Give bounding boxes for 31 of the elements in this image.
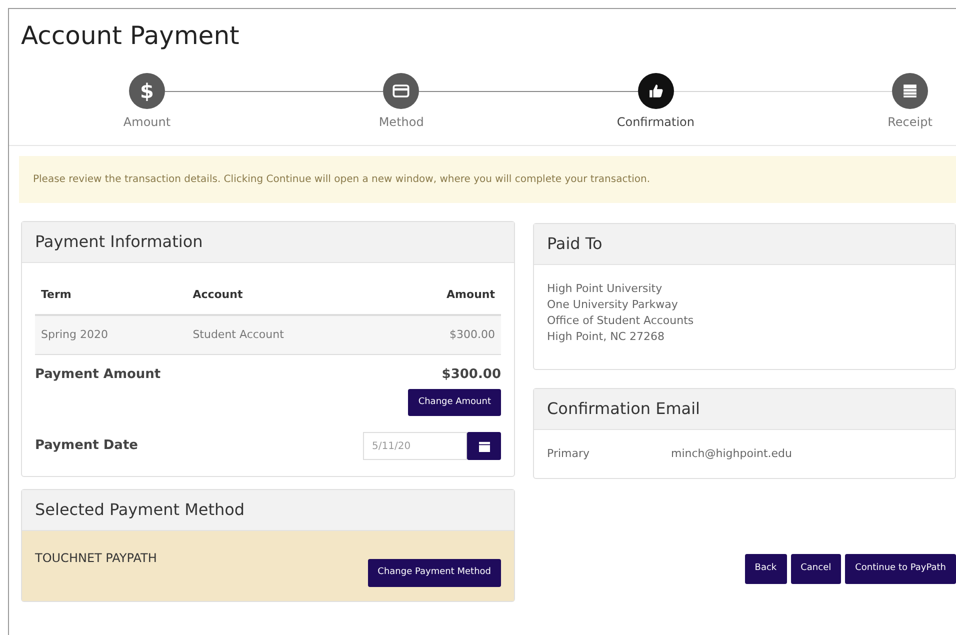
calendar-icon <box>478 440 490 452</box>
panel-heading: Confirmation Email <box>534 388 955 430</box>
table-cell: Student Account <box>186 314 385 354</box>
change-payment-method-button[interactable]: Change Payment Method <box>368 559 501 586</box>
step-label: Method <box>378 114 424 131</box>
panel-heading: Selected Payment Method <box>22 490 514 531</box>
change-amount-button[interactable]: Change Amount <box>408 388 501 416</box>
notice-message: Please review the transaction details. Clicking Continue will open a new window, where you will complete your transaction. <box>19 156 956 203</box>
address-line: One University Parkway <box>547 296 679 313</box>
payment-method-name: TOUCHNET PAYPATH <box>35 550 157 567</box>
action-button[interactable]: Cancel <box>790 554 842 584</box>
field-label: Payment Date <box>35 437 138 456</box>
amount-value: $300.00 <box>442 366 501 384</box>
panel-heading: Paid To <box>534 224 955 265</box>
page-title: Account Payment <box>21 21 240 51</box>
action-button[interactable]: Continue to PayPath <box>845 554 956 584</box>
step-label: Confirmation <box>616 114 694 131</box>
email-address: minch@highpoint.edu <box>671 446 792 462</box>
calendar-button[interactable] <box>467 432 501 460</box>
table-cell: Spring 2020 <box>35 314 187 354</box>
address-line: High Point, NC 27268 <box>547 328 666 345</box>
field-label: Payment Amount <box>35 366 161 384</box>
step-label: Receipt <box>888 114 932 131</box>
panel-heading: Payment Information <box>22 222 514 263</box>
action-button[interactable]: Back <box>744 554 787 584</box>
address-line: Office of Student Accounts <box>547 312 695 329</box>
table-cell: $300.00 <box>384 314 501 354</box>
dollar-icon: $ <box>140 81 154 101</box>
address-line: High Point University <box>547 281 664 297</box>
email-label: Primary <box>547 446 591 462</box>
step-label: Amount <box>123 114 171 131</box>
